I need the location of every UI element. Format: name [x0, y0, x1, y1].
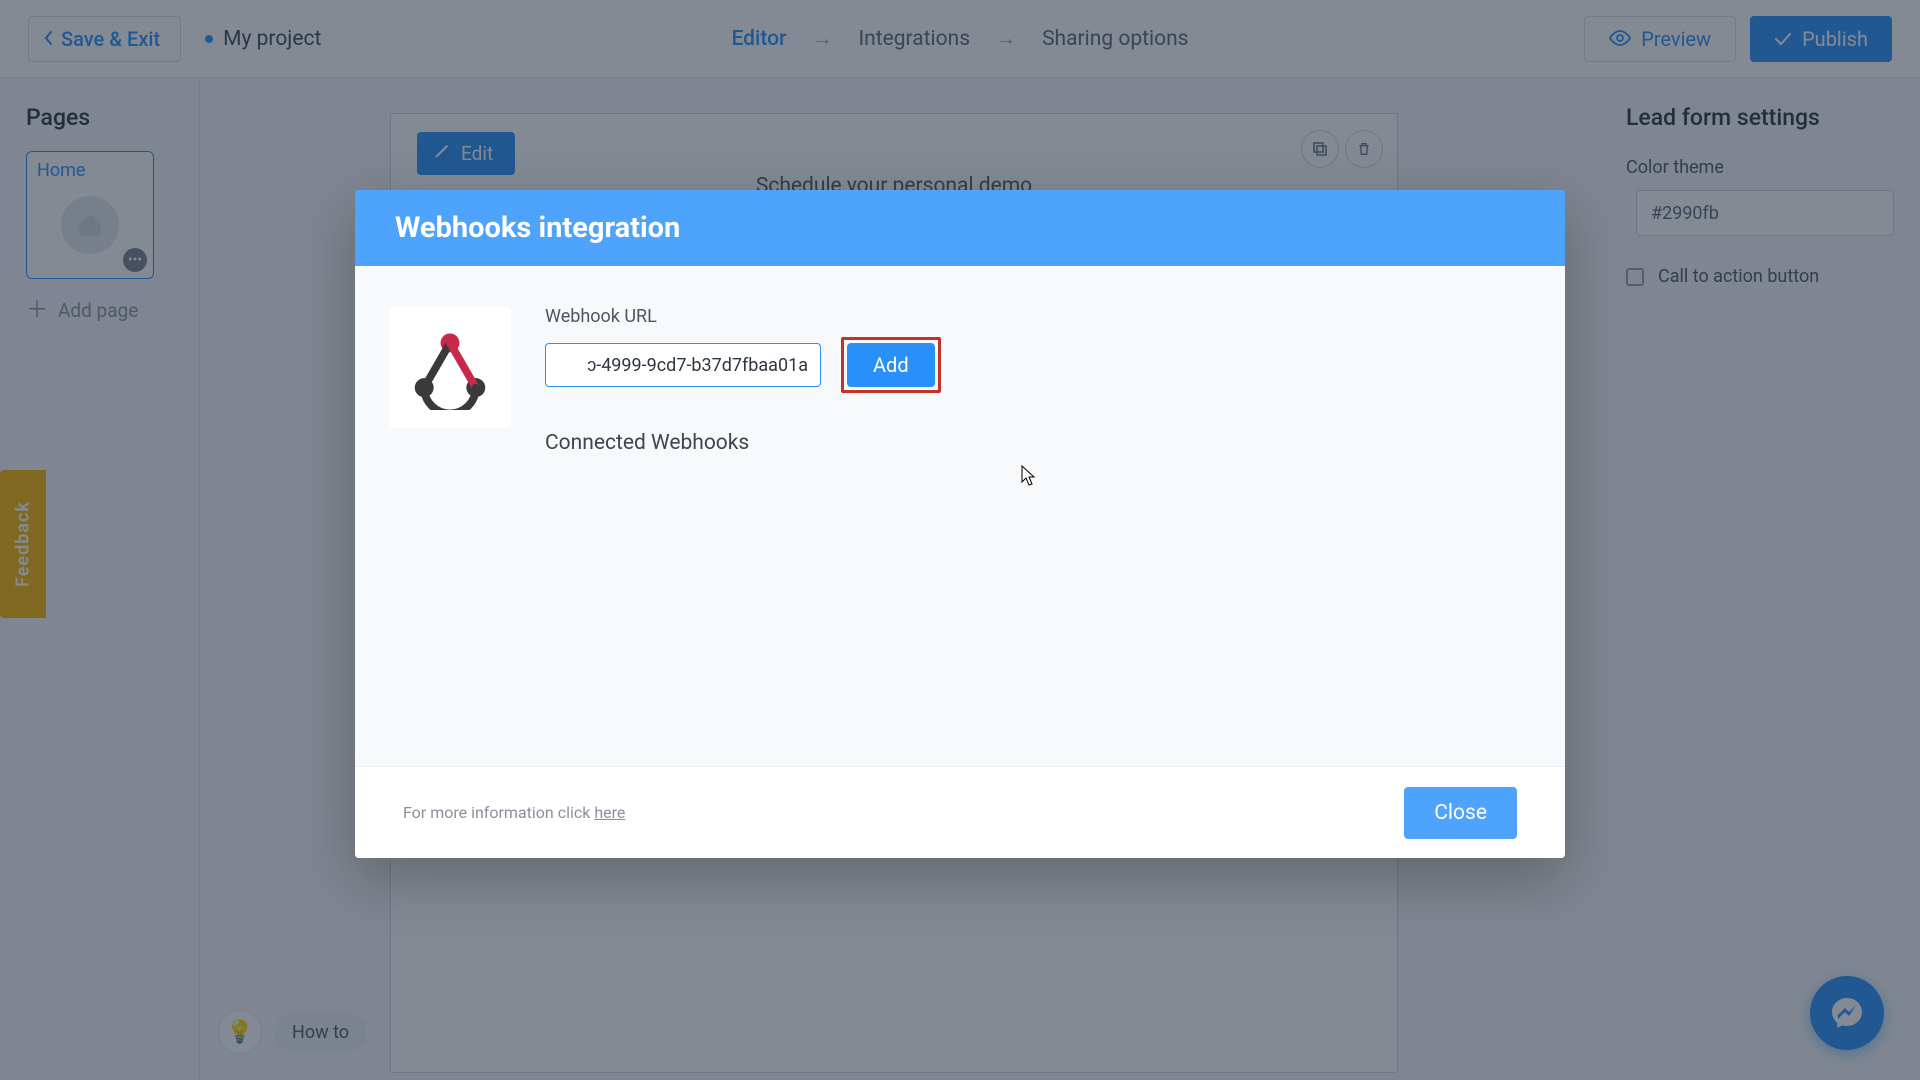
modal-footer-info: For more information click here — [403, 803, 625, 822]
add-label: Add — [873, 353, 909, 377]
modal-title: Webhooks integration — [355, 190, 1565, 266]
webhook-url-input[interactable] — [545, 343, 821, 387]
add-button-highlight: Add — [841, 337, 941, 393]
footer-here-link[interactable]: here — [594, 803, 625, 822]
webhooks-modal: Webhooks integration Webhook URL Add — [355, 190, 1565, 858]
webhook-url-label: Webhook URL — [545, 306, 1525, 327]
webhook-logo-icon — [389, 306, 511, 428]
close-label: Close — [1434, 801, 1487, 825]
add-webhook-button[interactable]: Add — [847, 343, 935, 387]
footer-prefix: For more information click — [403, 803, 594, 822]
connected-webhooks-heading: Connected Webhooks — [545, 431, 1525, 455]
close-modal-button[interactable]: Close — [1404, 787, 1517, 839]
